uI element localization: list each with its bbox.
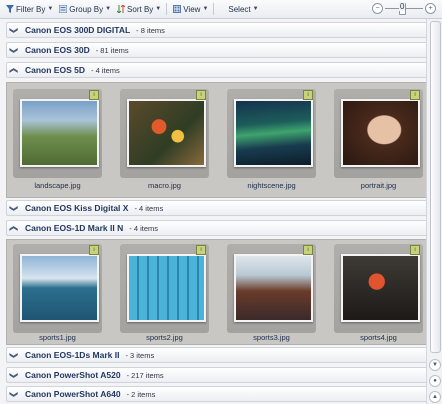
group-count: - 81 items [95,45,129,55]
view-label: View [183,4,201,14]
funnel-icon [6,5,14,13]
photo-thumbnail[interactable] [341,254,420,322]
photo-gallery: ❯ Canon EOS 300D DIGITAL - 8 items ❯ Can… [3,19,427,404]
toolbar-separator [166,3,168,15]
photo-filename: landscape.jpg [34,181,81,190]
photo-thumbnail[interactable] [341,99,420,167]
group-name: Canon EOS 30D [25,45,90,55]
group-icon [59,5,68,13]
rating-badge-icon: i [89,90,99,100]
group-count: - 4 items [129,223,159,233]
sort-by-button[interactable]: Sort By ▼ [117,5,161,14]
group-count: - 2 items [126,389,156,399]
chevron-down-icon: ▼ [47,6,54,12]
photo-filename: sports3.jpg [253,333,290,342]
photo-thumbnail[interactable] [127,99,206,167]
group-count: - 4 items [90,65,120,75]
photo-thumbnail[interactable] [127,254,206,322]
chevron-down-icon: ▼ [202,6,209,12]
toolbar-separator [213,3,215,15]
group-name: Canon EOS-1Ds Mark II [25,350,120,360]
group-by-label: Group By [69,4,104,14]
rating-badge-icon: i [196,245,206,255]
collapse-chevron-icon[interactable]: ❮ [10,63,19,77]
group-header-canon-eos-5d[interactable]: ❮ Canon EOS 5D - 4 items [6,62,427,78]
sort-by-label: Sort By [127,4,154,14]
rating-badge-icon: i [303,245,313,255]
photo-filename: sports2.jpg [146,333,183,342]
expand-chevron-icon[interactable]: ❯ [10,23,19,37]
collapse-chevron-icon[interactable]: ❮ [10,221,19,235]
filter-by-button[interactable]: Filter By ▼ [6,5,53,14]
expand-chevron-icon[interactable]: ❯ [10,387,19,401]
expand-chevron-icon[interactable]: ❯ [10,368,19,382]
group-panel-canon-eos-5d: i landscape.jpg i macro.jpg i nightscene… [6,82,427,198]
group-count: - 3 items [125,350,155,360]
photo-tile[interactable]: i [13,244,102,333]
group-count: - 4 items [134,203,164,213]
scrollbar-thumb[interactable] [430,21,441,353]
chevron-down-icon: ▼ [105,6,112,12]
zoom-value: 0 [399,2,406,11]
photo-filename: sports4.jpg [360,333,397,342]
chevron-down-icon: ▼ [155,6,162,12]
group-header-canon-eos-300d[interactable]: ❯ Canon EOS 300D DIGITAL - 8 items [6,22,427,38]
group-name: Canon PowerShot A640 [25,389,121,399]
filter-by-label: Filter By [16,4,46,14]
group-name: Canon EOS 300D DIGITAL [25,25,131,35]
group-header-canon-eos-kiss-digital-x[interactable]: ❯ Canon EOS Kiss Digital X - 4 items [6,200,427,216]
group-header-canon-eos-1ds-mark-ii[interactable]: ❯ Canon EOS-1Ds Mark II - 3 items [6,347,427,363]
zoom-control: − 0 + [372,2,436,15]
scroll-center-icon[interactable]: ● [429,375,441,387]
group-header-canon-powershot-a520[interactable]: ❯ Canon PowerShot A520 - 217 items [6,367,427,383]
photo-thumbnail[interactable] [234,99,313,167]
group-name: Canon EOS 5D [25,65,85,75]
zoom-out-button[interactable]: − [372,3,383,14]
group-header-canon-eos-30d[interactable]: ❯ Canon EOS 30D - 81 items [6,42,427,58]
group-name: Canon EOS-1D Mark II N [25,223,124,233]
scroll-up-icon[interactable]: ▲ [429,391,441,403]
photo-tile[interactable]: i [120,244,209,333]
photo-tile[interactable]: i [334,89,423,178]
view-button[interactable]: View ▼ [173,5,208,14]
expand-chevron-icon[interactable]: ❯ [10,348,19,362]
photo-filename: macro.jpg [148,181,181,190]
group-header-canon-powershot-a640[interactable]: ❯ Canon PowerShot A640 - 2 items [6,386,427,402]
photo-tile[interactable]: i [120,89,209,178]
vertical-scrollbar[interactable]: ▼ ● ▲ [426,19,442,404]
photo-tile[interactable]: i [227,89,316,178]
zoom-in-button[interactable]: + [425,3,436,14]
expand-chevron-icon[interactable]: ❯ [10,201,19,215]
photo-thumbnail[interactable] [234,254,313,322]
rating-badge-icon: i [196,90,206,100]
group-name: Canon EOS Kiss Digital X [25,203,129,213]
rating-badge-icon: i [410,245,420,255]
chevron-down-icon: ▼ [252,6,259,12]
rating-badge-icon: i [410,90,420,100]
select-button[interactable]: Select ▼ [228,5,258,14]
group-panel-canon-eos-1d-mark-ii-n: i sports1.jpg i sports2.jpg i sports3.jp… [6,239,427,345]
toolbar: Filter By ▼ Group By ▼ Sort By ▼ View ▼ … [0,0,442,19]
photo-filename: sports1.jpg [39,333,76,342]
photo-filename: nightscene.jpg [247,181,296,190]
select-label: Select [228,4,251,14]
photo-tile[interactable]: i [334,244,423,333]
sort-icon [117,5,126,13]
view-icon [173,5,182,13]
photo-thumbnail[interactable] [20,99,99,167]
rating-badge-icon: i [303,90,313,100]
photo-filename: portrait.jpg [360,181,397,190]
group-name: Canon PowerShot A520 [25,370,121,380]
photo-thumbnail[interactable] [20,254,99,322]
group-count: - 8 items [136,25,165,35]
group-header-canon-eos-1d-mark-ii-n[interactable]: ❮ Canon EOS-1D Mark II N - 4 items [6,220,427,236]
scroll-down-icon[interactable]: ▼ [429,359,441,371]
expand-chevron-icon[interactable]: ❯ [10,43,19,57]
photo-tile[interactable]: i [227,244,316,333]
group-by-button[interactable]: Group By ▼ [59,5,111,14]
photo-tile[interactable]: i [13,89,102,178]
group-count: - 217 items [126,370,164,380]
rating-badge-icon: i [89,245,99,255]
